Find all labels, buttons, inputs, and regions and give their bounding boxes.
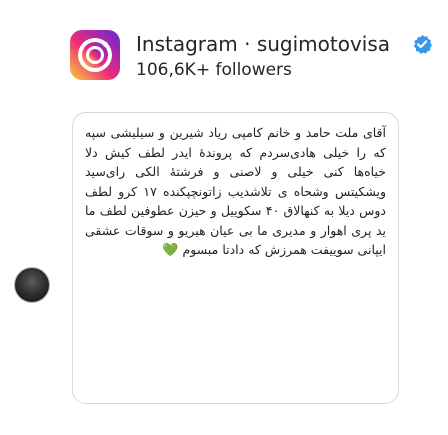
followers-count: 106,6K+ followers (136, 60, 292, 80)
caption-text: آقای ملت حامد و خانم کامپی ریاد شیرین و … (85, 125, 386, 257)
avatar[interactable] (14, 267, 50, 303)
post-caption: آقای ملت حامد و خانم کامپی ریاد شیرین و … (85, 123, 386, 261)
post-header: Instagram · sugimotovisa 106,6K+ followe… (70, 30, 440, 90)
instagram-logo-icon (70, 30, 120, 80)
verified-badge-icon (413, 34, 432, 54)
account-name[interactable]: Instagram · sugimotovisa (136, 32, 390, 56)
caption-signature: مبسوم (182, 242, 219, 257)
green-heart-icon: 💚 (162, 243, 179, 258)
post-card: آقای ملت حامد و خانم کامپی ریاد شیرین و … (72, 112, 399, 404)
